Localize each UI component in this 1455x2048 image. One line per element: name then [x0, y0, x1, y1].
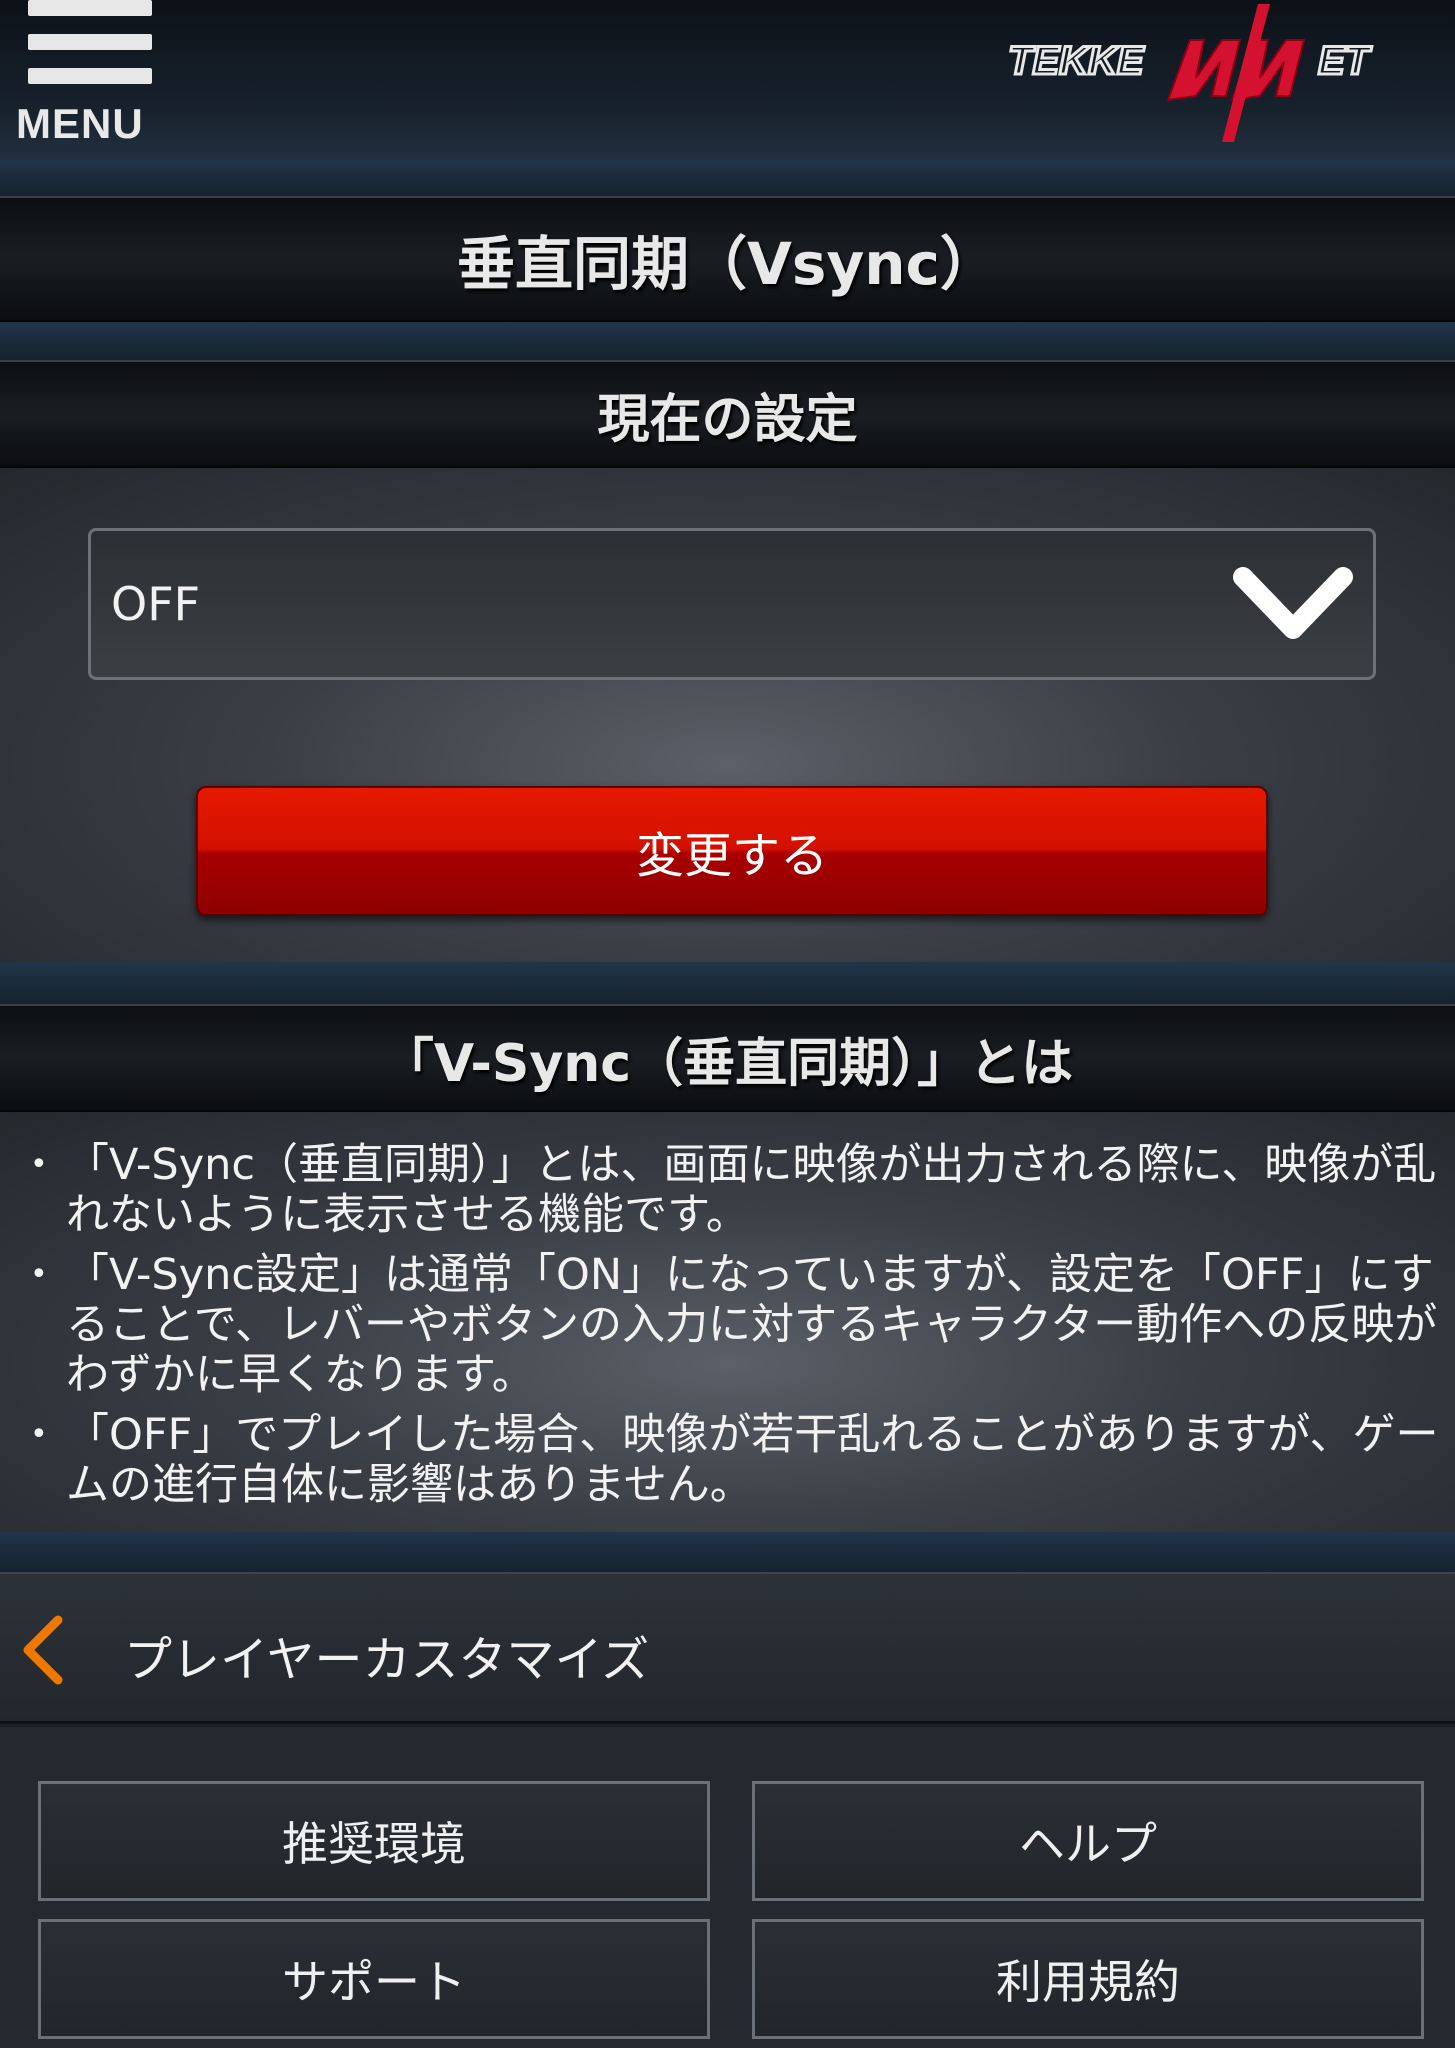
terms-button[interactable]: 利用規約	[752, 1919, 1424, 2039]
current-setting-header: 現在の設定	[0, 360, 1455, 468]
footer-links: 推奨環境 ヘルプ サポート 利用規約	[0, 1727, 1455, 2048]
app-root: MENU TEKKE ET 垂直同期（Vsync） 現在の設定 OFF 変更する…	[0, 0, 1455, 2048]
back-label: プレイヤーカスタマイズ	[124, 1632, 650, 1688]
vsync-select-value: OFF	[111, 577, 201, 631]
svg-text:ET: ET	[1318, 39, 1373, 83]
hamburger-icon	[28, 0, 152, 86]
divider-band	[0, 1532, 1455, 1572]
divider-band	[0, 322, 1455, 360]
change-button[interactable]: 変更する	[196, 786, 1268, 916]
chevron-down-icon	[1233, 567, 1353, 639]
chevron-left-icon	[23, 1615, 63, 1685]
recommended-env-button[interactable]: 推奨環境	[38, 1781, 710, 1901]
top-header: MENU TEKKE ET	[0, 0, 1455, 160]
list-item: 「V-Sync設定」は通常「ON」になっていますが、設定を「OFF」にすることで…	[22, 1250, 1442, 1400]
back-to-player-customize[interactable]: プレイヤーカスタマイズ	[0, 1572, 1455, 1724]
about-vsync-list: 「V-Sync（垂直同期）」とは、画面に映像が出力される際に、映像が乱れないよう…	[22, 1140, 1442, 1520]
help-button[interactable]: ヘルプ	[752, 1781, 1424, 1901]
about-vsync-header: 「V-Sync（垂直同期）」とは	[0, 1004, 1455, 1112]
list-item: 「V-Sync（垂直同期）」とは、画面に映像が出力される際に、映像が乱れないよう…	[22, 1140, 1442, 1240]
divider-band	[0, 962, 1455, 1004]
divider-band	[0, 160, 1455, 196]
vsync-select[interactable]: OFF	[88, 528, 1376, 680]
page-title: 垂直同期（Vsync）	[0, 196, 1455, 322]
list-item: 「OFF」でプレイした場合、映像が若干乱れることがありますが、ゲームの進行自体に…	[22, 1410, 1442, 1510]
menu-button[interactable]: MENU	[14, 0, 164, 150]
support-button[interactable]: サポート	[38, 1919, 710, 2039]
svg-text:TEKKE: TEKKE	[1008, 39, 1145, 83]
menu-label: MENU	[16, 100, 144, 147]
tekken-net-logo[interactable]: TEKKE ET	[1008, 0, 1408, 150]
